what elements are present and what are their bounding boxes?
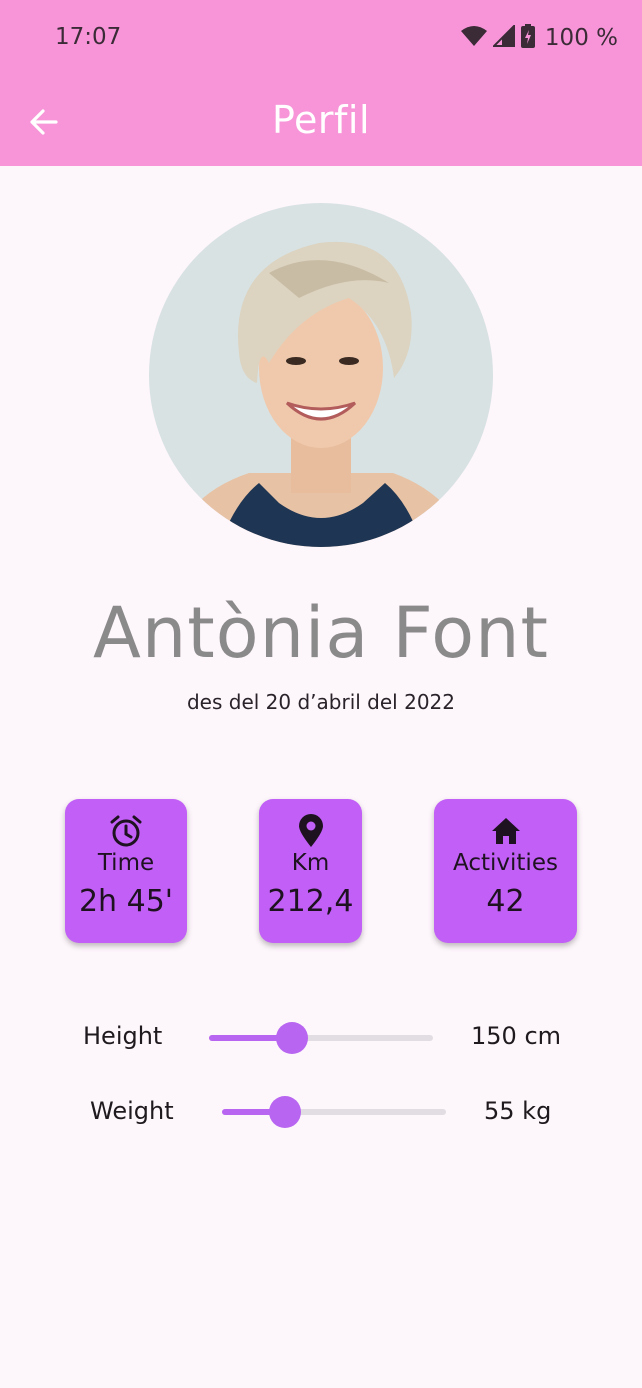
weight-slider[interactable] xyxy=(222,1096,446,1128)
battery-charging-icon xyxy=(520,24,535,52)
stat-label: Time xyxy=(97,850,155,876)
height-slider[interactable] xyxy=(209,1022,433,1054)
height-label: Height xyxy=(83,1022,163,1050)
page-title: Perfil xyxy=(271,98,371,142)
stat-value: 212,4 xyxy=(267,884,354,919)
location-pin-icon xyxy=(298,814,324,848)
wifi-icon xyxy=(460,25,487,51)
height-slider-thumb[interactable] xyxy=(276,1022,308,1054)
stat-label: Km xyxy=(291,850,330,876)
member-since-date: des del 20 d’abril del 2022 xyxy=(186,690,455,714)
battery-percent: 100 % xyxy=(544,25,618,51)
stat-card-time[interactable]: Time 2h 45' xyxy=(65,799,187,943)
status-bar: 17:07 100 % xyxy=(0,0,642,82)
stat-value: 2h 45' xyxy=(78,884,174,919)
height-value: 150 cm xyxy=(471,1022,562,1050)
stat-card-km[interactable]: Km 212,4 xyxy=(259,799,362,943)
signal-icon xyxy=(491,23,515,51)
status-icons: 100 % xyxy=(460,23,618,52)
stat-value: 42 xyxy=(486,884,525,919)
alarm-clock-icon xyxy=(109,814,143,848)
app-bar: Perfil xyxy=(0,82,642,166)
weight-slider-thumb[interactable] xyxy=(269,1096,301,1128)
stat-label: Activities xyxy=(453,850,558,876)
home-icon xyxy=(490,814,522,848)
user-name: Antònia Font xyxy=(93,592,549,674)
avatar xyxy=(149,203,493,547)
weight-label: Weight xyxy=(90,1097,174,1125)
status-time: 17:07 xyxy=(55,24,122,50)
stat-card-activities[interactable]: Activities 42 xyxy=(434,799,577,943)
weight-value: 55 kg xyxy=(484,1097,552,1125)
